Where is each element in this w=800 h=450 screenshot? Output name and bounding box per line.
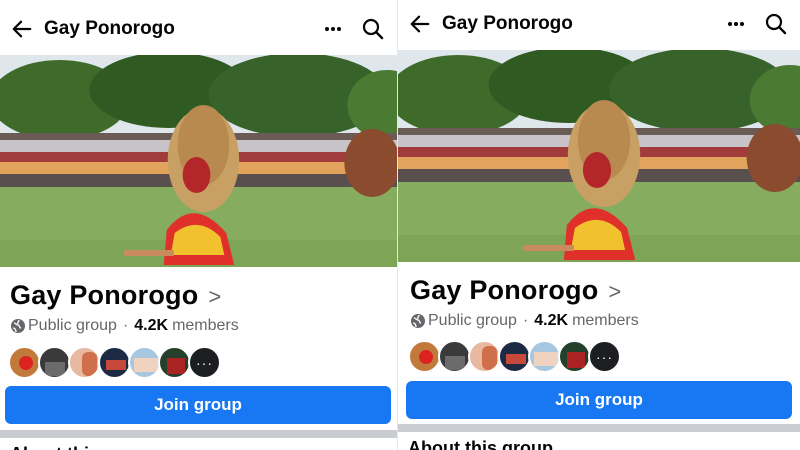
avatar[interactable] [528,340,561,373]
arrow-left-icon [410,15,430,33]
section-divider [0,430,397,438]
member-label: members [172,317,239,334]
join-group-button[interactable]: Join group [406,381,792,419]
globe-icon [11,319,25,333]
avatar[interactable] [408,340,441,373]
more-options-button[interactable] [716,4,756,44]
back-button[interactable] [398,2,442,46]
cover-photo[interactable] [398,50,800,262]
avatar[interactable] [468,340,501,373]
join-group-button[interactable]: Join group [5,386,391,424]
cover-photo-image [0,55,397,267]
three-dots-icon [728,22,744,26]
chevron-right-icon: > [608,279,622,304]
screenshot-panel-right: Gay Ponorogo Gay Ponorogo > Public group… [397,0,800,450]
group-meta: Public group · 4.2K members [10,317,239,335]
member-count: 4.2K [534,312,569,329]
avatar[interactable] [68,346,101,379]
meta-separator: · [122,317,129,334]
search-icon [362,18,384,40]
search-icon [765,13,787,35]
group-name-row[interactable]: Gay Ponorogo > [410,275,621,306]
more-options-button[interactable] [313,9,353,49]
screenshot-panel-left: Gay Ponorogo Gay Ponorogo > Public group… [0,0,397,450]
more-members-avatar[interactable]: ··· [588,340,621,373]
avatar[interactable] [158,346,191,379]
avatar[interactable] [438,340,471,373]
avatar[interactable] [38,346,71,379]
avatar[interactable] [128,346,161,379]
chevron-right-icon: > [208,284,222,309]
avatar[interactable] [558,340,591,373]
top-bar-title: Gay Ponorogo [44,18,175,39]
group-name: Gay Ponorogo [410,275,599,305]
top-bar-title: Gay Ponorogo [442,13,573,34]
avatar[interactable] [498,340,531,373]
member-avatars[interactable]: ··· [8,346,221,379]
cover-photo-image [398,50,800,262]
back-button[interactable] [0,7,44,51]
avatar[interactable] [98,346,131,379]
search-button[interactable] [353,9,393,49]
member-avatars[interactable]: ··· [408,340,621,373]
member-label: members [572,312,639,329]
section-divider [398,424,800,432]
member-count: 4.2K [134,317,169,334]
top-app-bar: Gay Ponorogo [0,3,397,55]
top-app-bar: Gay Ponorogo [398,0,800,48]
cover-photo[interactable] [0,55,397,267]
group-name: Gay Ponorogo [10,280,199,310]
about-group-heading: About this group [10,444,155,450]
privacy-label: Public group [28,317,117,334]
group-name-row[interactable]: Gay Ponorogo > [10,280,221,311]
meta-separator: · [522,312,529,329]
more-members-avatar[interactable]: ··· [188,346,221,379]
about-group-heading: About this group [408,438,553,450]
globe-icon [411,314,425,328]
privacy-label: Public group [428,312,517,329]
three-dots-icon [325,27,341,31]
search-button[interactable] [756,4,796,44]
avatar[interactable] [8,346,41,379]
arrow-left-icon [12,20,32,38]
group-meta: Public group · 4.2K members [410,312,639,330]
